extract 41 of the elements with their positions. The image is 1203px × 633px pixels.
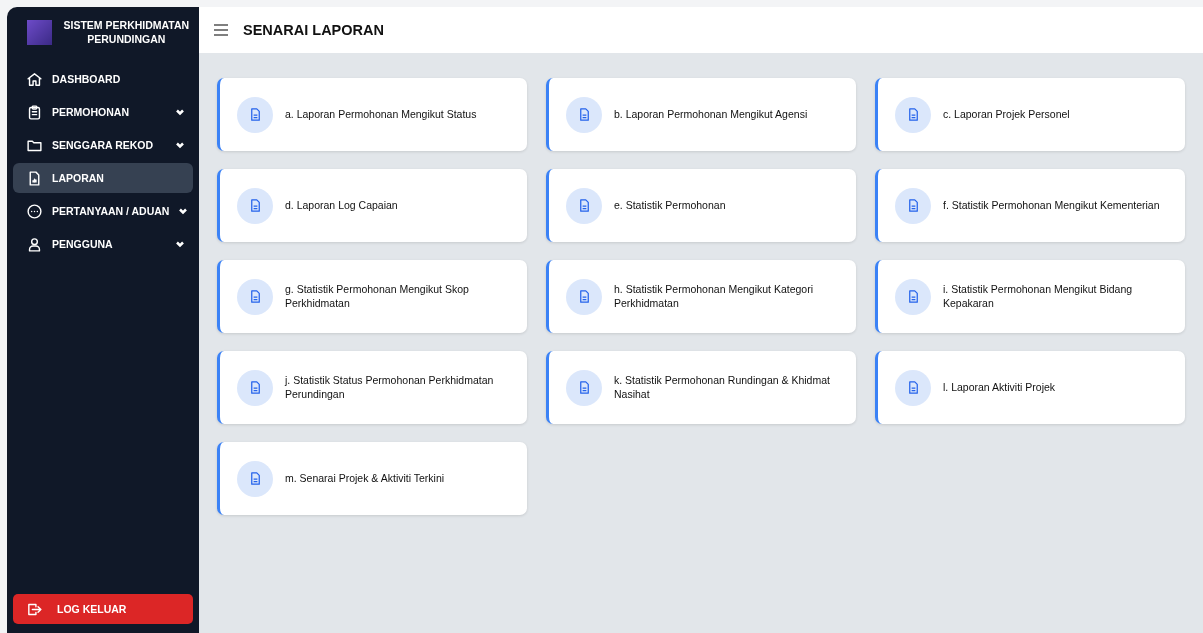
report-card[interactable]: a. Laporan Permohonan Mengikut Status <box>217 78 527 151</box>
report-card[interactable]: m. Senarai Projek & Aktiviti Terkini <box>217 442 527 515</box>
report-card[interactable]: h. Statistik Permohonan Mengikut Kategori Perkhidmatan <box>546 260 856 333</box>
user-icon <box>26 235 43 253</box>
report-card[interactable]: l. Laporan Aktiviti Projek <box>875 351 1185 424</box>
nav-item[interactable]: SENGGARA REKOD <box>13 130 193 161</box>
document-icon <box>895 187 931 224</box>
document-icon <box>895 369 931 406</box>
nav-item[interactable]: PERTANYAAN / ADUAN <box>13 196 193 227</box>
logo-image <box>27 20 52 46</box>
nav-item[interactable]: DASHBOARD <box>13 64 193 95</box>
document-icon <box>237 187 273 224</box>
nav-item[interactable]: PERMOHONAN <box>13 97 193 128</box>
menu-icon[interactable] <box>213 22 229 38</box>
document-icon <box>895 278 931 315</box>
document-icon <box>237 278 273 315</box>
report-card[interactable]: b. Laporan Permohonan Mengikut Agensi <box>546 78 856 151</box>
nav-item[interactable]: LAPORAN <box>13 163 193 194</box>
report-card[interactable]: g. Statistik Permohonan Mengikut Skop Perkhidmatan <box>217 260 527 333</box>
report-card[interactable]: f. Statistik Permohonan Mengikut Kementerian <box>875 169 1185 242</box>
document-icon <box>237 96 273 133</box>
report-card[interactable]: e. Statistik Permohonan <box>546 169 856 242</box>
document-icon <box>895 96 931 133</box>
page-title: SENARAI LAPORAN <box>243 22 384 38</box>
report-card[interactable]: d. Laporan Log Capaian <box>217 169 527 242</box>
home-icon <box>26 70 43 88</box>
document-icon <box>566 278 602 315</box>
document-icon <box>237 460 273 497</box>
nav-item[interactable]: PENGGUNA <box>13 229 193 260</box>
document-icon <box>566 187 602 224</box>
clipboard-icon <box>26 103 43 121</box>
report-card[interactable]: j. Statistik Status Permohonan Perkhidmatan Perundingan <box>217 351 527 424</box>
document-icon <box>566 369 602 406</box>
chat-icon <box>26 202 43 220</box>
report-card[interactable]: c. Laporan Projek Personel <box>875 78 1185 151</box>
logout-button[interactable]: LOG KELUAR <box>13 594 193 624</box>
document-icon <box>566 96 602 133</box>
app-title: SISTEM PERKHIDMATAN PERUNDINGAN <box>62 19 191 47</box>
report-card[interactable]: i. Statistik Permohonan Mengikut Bidang Kepakaran <box>875 260 1185 333</box>
document-icon <box>237 369 273 406</box>
report-card[interactable]: k. Statistik Permohonan Rundingan & Khidmat Nasihat <box>546 351 856 424</box>
